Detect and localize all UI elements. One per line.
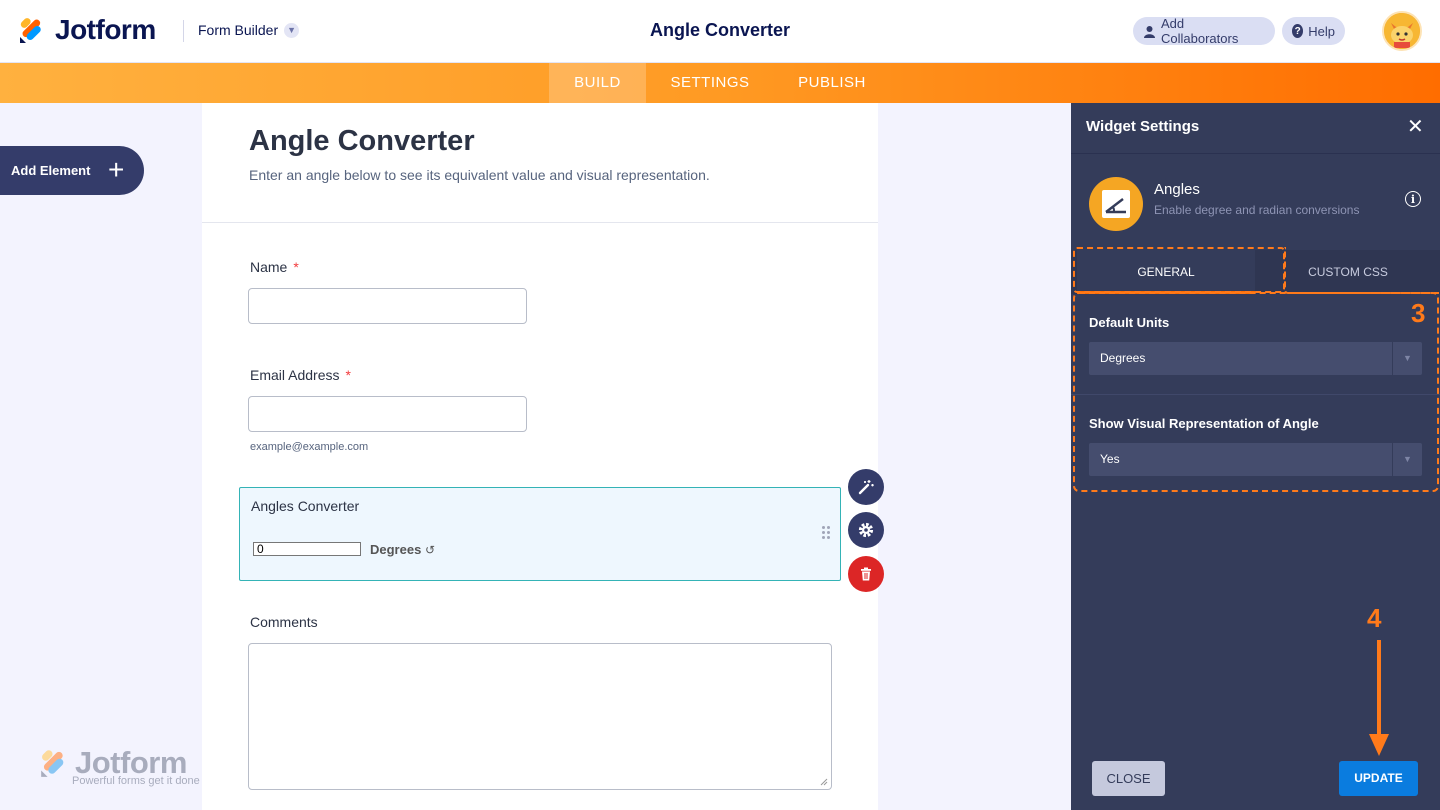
- step-number-4: 4: [1367, 603, 1382, 633]
- plus-icon: +: [108, 154, 125, 185]
- add-element-label: Add Element: [11, 163, 91, 178]
- info-icon[interactable]: i: [1405, 191, 1421, 207]
- gear-icon: [858, 522, 874, 538]
- form-subtitle[interactable]: Enter an angle below to see its equivale…: [249, 167, 710, 183]
- drag-handle-icon[interactable]: [822, 526, 832, 542]
- help-button[interactable]: ? Help: [1282, 17, 1345, 45]
- email-label-text: Email Address: [250, 367, 340, 383]
- jotform-watermark: Jotform Powerful forms get it done: [38, 745, 218, 790]
- required-mark: *: [345, 367, 351, 383]
- dropdown-arrow-icon: ▼: [1392, 443, 1422, 476]
- divider: [202, 222, 878, 223]
- refresh-icon: ↺: [424, 543, 435, 557]
- magic-wand-button[interactable]: [848, 469, 884, 505]
- form-builder-label: Form Builder: [198, 22, 279, 38]
- angles-converter-widget[interactable]: Angles Converter 0 Degrees ↺: [239, 487, 841, 581]
- close-button[interactable]: CLOSE: [1092, 761, 1165, 796]
- angle-icon: [1102, 190, 1130, 218]
- add-collaborators-label: Add Collaborators: [1161, 16, 1239, 46]
- comments-textarea[interactable]: [248, 643, 832, 790]
- avatar[interactable]: [1382, 11, 1422, 51]
- angle-unit-toggle[interactable]: Degrees ↺: [370, 542, 435, 557]
- comments-field-label[interactable]: Comments: [250, 614, 318, 630]
- tab-settings[interactable]: SETTINGS: [660, 63, 760, 103]
- add-element-button[interactable]: Add Element +: [0, 146, 144, 195]
- name-field-label[interactable]: Name *: [250, 259, 299, 275]
- jotform-logo-icon: [41, 750, 64, 777]
- show-visual-label: Show Visual Representation of Angle: [1089, 416, 1319, 431]
- widget-label: Angles Converter: [251, 498, 360, 514]
- user-icon: [1144, 25, 1155, 38]
- panel-header: Widget Settings ✕: [1071, 103, 1440, 154]
- show-visual-value: Yes: [1100, 452, 1120, 466]
- add-collaborators-button[interactable]: Add Collaborators: [1133, 16, 1275, 46]
- email-field-label[interactable]: Email Address *: [250, 367, 351, 383]
- trash-icon: [861, 567, 871, 581]
- form-canvas: Angle Converter Enter an angle below to …: [202, 103, 884, 810]
- default-units-label: Default Units: [1089, 315, 1170, 330]
- panel-title: Widget Settings: [1086, 118, 1200, 135]
- default-units-select[interactable]: Degrees ▼: [1089, 342, 1422, 375]
- angle-value-input[interactable]: 0: [253, 542, 361, 556]
- delete-field-button[interactable]: [848, 556, 884, 592]
- tab-publish[interactable]: PUBLISH: [786, 63, 878, 103]
- close-icon[interactable]: ✕: [1407, 116, 1424, 138]
- top-bar: Jotform Form Builder ▼ Angle Converter A…: [0, 0, 1440, 63]
- divider: [183, 20, 184, 42]
- avatar-cat-icon: [1384, 13, 1420, 49]
- tab-general[interactable]: GENERAL: [1077, 250, 1255, 294]
- angle-unit-label: Degrees: [370, 542, 422, 557]
- name-label-text: Name: [250, 259, 288, 275]
- form-builder-dropdown[interactable]: Form Builder ▼: [198, 22, 300, 38]
- jotform-logo-icon: [20, 18, 41, 43]
- jotform-logo[interactable]: Jotform: [17, 14, 156, 46]
- update-button[interactable]: UPDATE: [1339, 761, 1418, 796]
- required-mark: *: [293, 259, 299, 275]
- divider: [1071, 394, 1440, 395]
- widget-settings-button[interactable]: [848, 512, 884, 548]
- step-number-3: 3: [1411, 298, 1426, 328]
- angles-widget-icon: [1089, 177, 1143, 231]
- help-label: Help: [1308, 23, 1335, 39]
- chevron-down-icon: ▼: [284, 22, 300, 38]
- question-icon: ?: [1292, 24, 1304, 38]
- tab-build[interactable]: BUILD: [549, 63, 646, 103]
- dropdown-arrow-icon: ▼: [1392, 342, 1422, 375]
- builder-nav: BUILD SETTINGS PUBLISH: [0, 63, 1440, 103]
- tab-custom-css[interactable]: CUSTOM CSS: [1284, 250, 1412, 294]
- resize-grip-icon: [820, 778, 828, 786]
- brand-name: Jotform: [55, 14, 156, 45]
- show-visual-select[interactable]: Yes ▼: [1089, 443, 1422, 476]
- watermark-tagline: Powerful forms get it done: [72, 775, 200, 787]
- magic-wand-icon: [858, 480, 874, 495]
- widget-description: Enable degree and radian conversions: [1154, 203, 1360, 217]
- form-title[interactable]: Angle Converter: [249, 125, 475, 158]
- name-input[interactable]: [248, 288, 527, 324]
- arrow-down-icon: [1369, 640, 1389, 756]
- panel-tabs: GENERAL CUSTOM CSS: [1071, 250, 1440, 294]
- widget-name: Angles: [1154, 181, 1200, 198]
- email-hint: example@example.com: [250, 441, 369, 453]
- email-input[interactable]: [248, 396, 527, 432]
- default-units-value: Degrees: [1100, 351, 1146, 365]
